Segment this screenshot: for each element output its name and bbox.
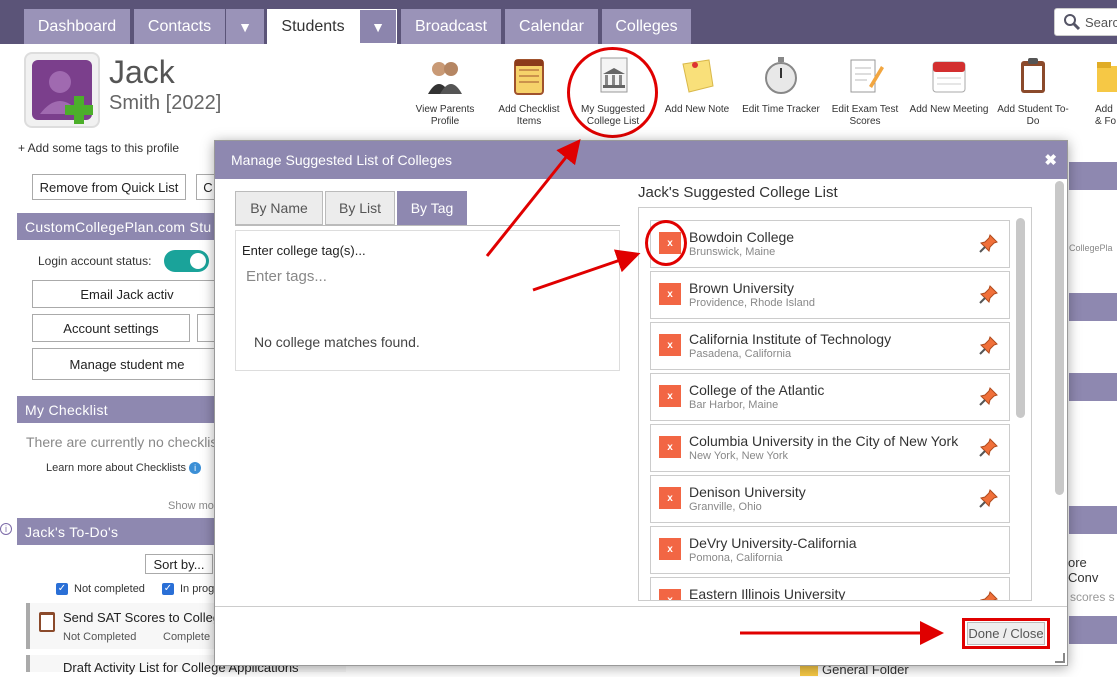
annotation-arrow <box>485 138 581 257</box>
annotation-arrows <box>485 138 944 645</box>
annotation-arrow <box>532 249 641 292</box>
